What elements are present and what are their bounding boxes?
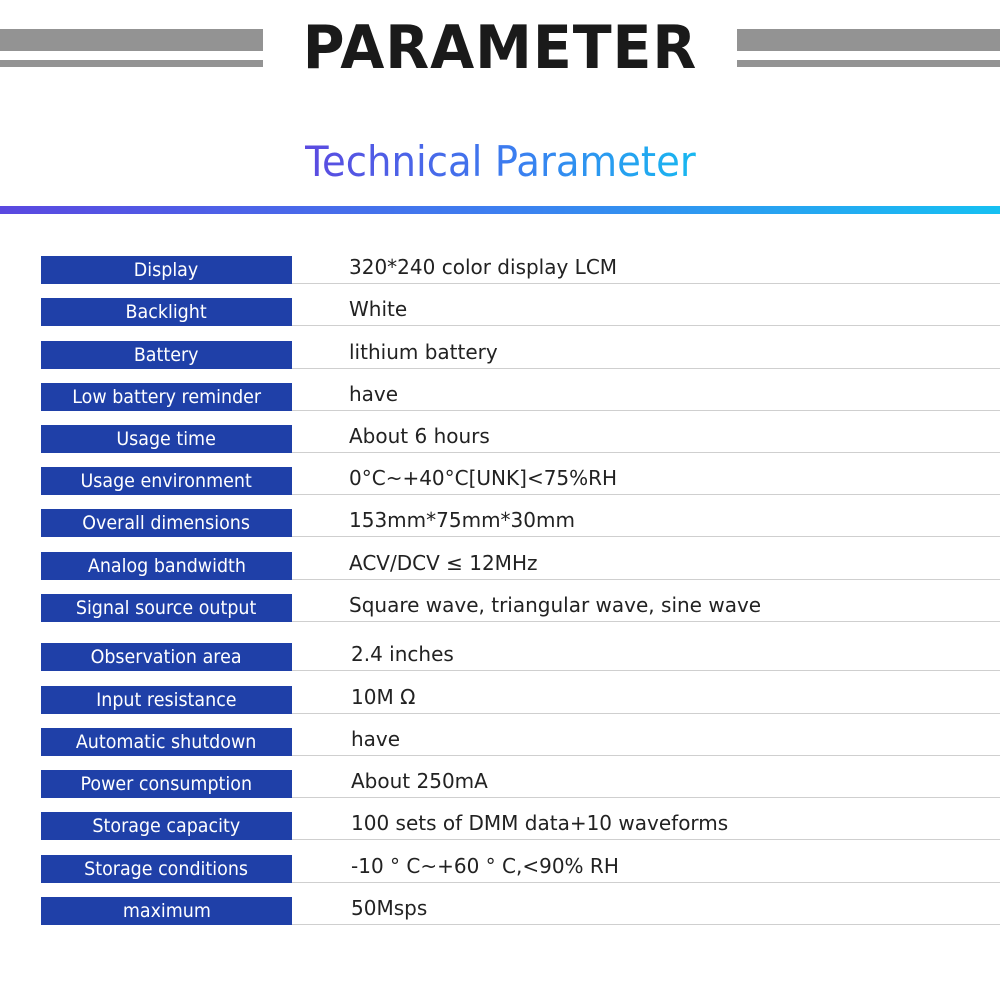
parameter-row-automatic-shutdown: Automatic shutdown have [0, 727, 1000, 756]
parameter-row-input-resistance: Input resistance 10M Ω [0, 685, 1000, 714]
parameter-label: Display [41, 256, 292, 284]
gradient-divider [0, 206, 1000, 214]
parameter-row-display: Display 320*240 color display LCM [0, 255, 1000, 284]
row-divider [292, 452, 1000, 453]
parameter-value: About 250mA [351, 769, 488, 793]
row-divider [292, 924, 1000, 925]
parameter-value: 10M Ω [351, 685, 416, 709]
parameter-label: Automatic shutdown [41, 728, 292, 756]
parameter-row-power-consumption: Power consumption About 250mA [0, 769, 1000, 798]
parameter-label: Observation area [41, 643, 292, 671]
page-title: PARAMETER [302, 13, 698, 83]
parameter-label: Power consumption [41, 770, 292, 798]
parameter-row-observation-area: Observation area 2.4 inches [0, 642, 1000, 671]
parameter-value: 100 sets of DMM data+10 waveforms [351, 811, 729, 835]
parameter-value: -10 ° C~+60 ° C,<90% RH [351, 854, 619, 878]
parameter-value: ACV/DCV ≤ 12MHz [349, 551, 538, 575]
row-divider [292, 621, 1000, 622]
parameter-row-backlight: Backlight White [0, 297, 1000, 326]
parameter-value: Square wave, triangular wave, sine wave [349, 593, 762, 617]
parameter-row-analog-bandwidth: Analog bandwidth ACV/DCV ≤ 12MHz [0, 551, 1000, 580]
parameter-label: Storage conditions [41, 855, 292, 883]
parameter-row-storage-capacity: Storage capacity 100 sets of DMM data+10… [0, 811, 1000, 840]
parameter-value: 153mm*75mm*30mm [349, 508, 575, 532]
row-divider [292, 410, 1000, 411]
parameter-row-maximum: maximum 50Msps [0, 896, 1000, 925]
parameter-label: Usage environment [41, 467, 292, 495]
parameter-label: Battery [41, 341, 292, 369]
section-subtitle: Technical Parameter [304, 137, 696, 186]
row-divider [292, 670, 1000, 671]
parameter-value: 0°C~+40°C[UNK]<75%RH [349, 466, 618, 490]
row-divider [292, 713, 1000, 714]
parameter-label: Storage capacity [41, 812, 292, 840]
parameter-label: Backlight [41, 298, 292, 326]
row-divider [292, 368, 1000, 369]
parameter-row-low-battery-reminder: Low battery reminder have [0, 382, 1000, 411]
parameter-value: 2.4 inches [351, 642, 454, 666]
parameter-row-storage-conditions: Storage conditions -10 ° C~+60 ° C,<90% … [0, 854, 1000, 883]
parameter-row-usage-time: Usage time About 6 hours [0, 424, 1000, 453]
row-divider [292, 494, 1000, 495]
parameter-label: Signal source output [41, 594, 292, 622]
parameter-label: Usage time [41, 425, 292, 453]
parameter-row-usage-environment: Usage environment 0°C~+40°C[UNK]<75%RH [0, 466, 1000, 495]
row-divider [292, 797, 1000, 798]
row-divider [292, 325, 1000, 326]
parameter-row-battery: Battery lithium battery [0, 340, 1000, 369]
parameter-value: have [349, 382, 399, 406]
parameter-label: Overall dimensions [41, 509, 292, 537]
parameter-value: White [349, 297, 408, 321]
parameter-value: 50Msps [351, 896, 428, 920]
parameter-value: have [351, 727, 401, 751]
parameter-row-signal-source-output: Signal source output Square wave, triang… [0, 593, 1000, 622]
parameter-value: About 6 hours [349, 424, 490, 448]
parameter-label: Analog bandwidth [41, 552, 292, 580]
parameter-value: 320*240 color display LCM [349, 255, 618, 279]
row-divider [292, 882, 1000, 883]
row-divider [292, 755, 1000, 756]
parameter-value: lithium battery [349, 340, 498, 364]
parameter-label: Low battery reminder [41, 383, 292, 411]
parameter-label: maximum [41, 897, 292, 925]
row-divider [292, 579, 1000, 580]
row-divider [292, 839, 1000, 840]
row-divider [292, 283, 1000, 284]
parameter-row-overall-dimensions: Overall dimensions 153mm*75mm*30mm [0, 508, 1000, 537]
row-divider [292, 536, 1000, 537]
parameter-label: Input resistance [41, 686, 292, 714]
